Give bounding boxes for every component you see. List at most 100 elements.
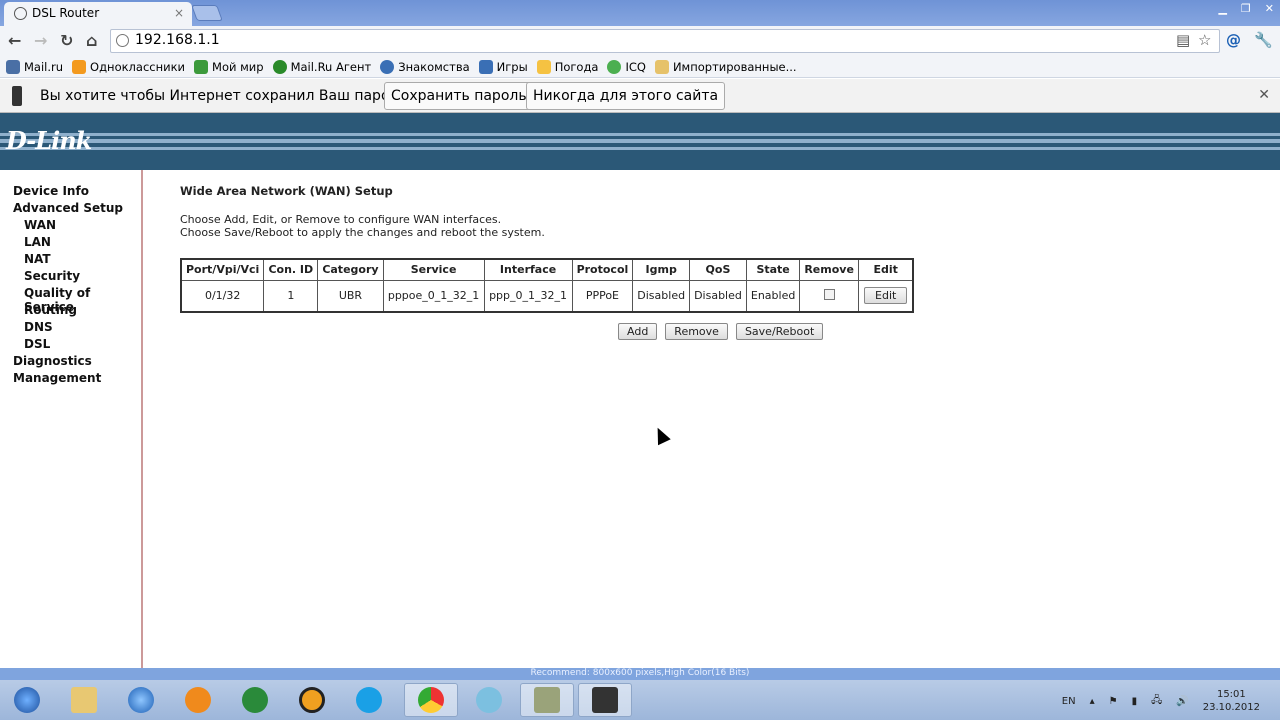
aimp-icon <box>299 687 325 713</box>
close-window-icon[interactable]: ✕ <box>1265 2 1274 15</box>
close-tab-icon[interactable]: × <box>174 6 184 20</box>
tab-title: DSL Router <box>32 6 100 20</box>
never-save-button[interactable]: Никогда для этого сайта <box>526 82 726 110</box>
cell-remove <box>799 279 859 313</box>
taskbar-chrome[interactable] <box>404 683 458 717</box>
wan-table: Port/Vpi/Vci Con. ID Category Service In… <box>180 258 915 313</box>
sidebar-item-dns[interactable]: DNS <box>0 320 141 337</box>
status-bar: Recommend: 800x600 pixels,High Color(16 … <box>0 668 1280 680</box>
tab-bar: DSL Router × ▁ ❐ ✕ <box>0 0 1280 26</box>
taskbar-app[interactable] <box>520 683 574 717</box>
bookmark-icon <box>380 59 395 74</box>
restore-icon[interactable]: ❐ <box>1241 2 1251 15</box>
bookmark-icon <box>72 59 87 74</box>
cell-con-id: 1 <box>263 279 319 313</box>
reload-icon[interactable]: ↻ <box>60 31 73 50</box>
bookmark-icon <box>478 59 493 74</box>
bookmarks-bar: Mail.ru Одноклассники Мой мир Mail.Ru Аг… <box>0 56 1280 78</box>
add-button[interactable]: Add <box>618 323 658 340</box>
sidebar-item-wan[interactable]: WAN <box>0 218 141 235</box>
volume-icon[interactable]: 🔊 <box>1176 696 1188 707</box>
cell-service: pppoe_0_1_32_1 <box>382 279 485 313</box>
taskbar-downloader[interactable] <box>462 683 516 717</box>
globe-icon <box>128 687 154 713</box>
save-reboot-button[interactable]: Save/Reboot <box>735 323 824 340</box>
taskbar-utorrent[interactable] <box>228 683 282 717</box>
star-icon[interactable]: ☆ <box>1198 31 1211 49</box>
power-icon[interactable]: ▮ <box>1132 696 1138 707</box>
taskbar-aimp[interactable] <box>285 683 339 717</box>
cell-category: UBR <box>317 279 384 313</box>
sidebar-item-nat[interactable]: NAT <box>0 252 141 269</box>
bookmark-icon <box>194 59 209 74</box>
bookmark-label: Игры <box>496 59 528 74</box>
bookmark[interactable]: Погода <box>536 59 598 74</box>
sidebar-item-management[interactable]: Management <box>0 371 141 388</box>
minimize-icon[interactable]: ▁ <box>1218 2 1226 15</box>
bookmark[interactable]: Знакомства <box>380 59 470 74</box>
sidebar-item-advanced-setup[interactable]: Advanced Setup <box>0 201 141 218</box>
column-header: State <box>745 258 801 281</box>
bookmark[interactable]: Одноклассники <box>72 59 185 74</box>
clock[interactable]: 15:01 23.10.2012 <box>1203 688 1260 714</box>
remove-button[interactable]: Remove <box>665 323 728 340</box>
description-line: Choose Add, Edit, or Remove to configure… <box>180 213 502 226</box>
column-header: Service <box>382 258 485 281</box>
cell-qos: Disabled <box>689 279 747 313</box>
app-icon <box>534 687 560 713</box>
new-tab-button[interactable] <box>191 5 223 21</box>
home-icon[interactable]: ⌂ <box>86 31 97 50</box>
show-hidden-icons[interactable]: ▴ <box>1090 696 1095 707</box>
bookmark[interactable]: Игры <box>478 59 528 74</box>
flag-icon[interactable]: ⚑ <box>1109 696 1118 707</box>
taskbar-explorer[interactable] <box>57 683 111 717</box>
taskbar-avast[interactable] <box>171 683 225 717</box>
folder-icon <box>654 59 669 74</box>
description-line: Choose Save/Reboot to apply the changes … <box>180 226 545 239</box>
language-indicator[interactable]: EN <box>1062 696 1076 707</box>
sidebar-item-qos[interactable]: Quality of Service <box>0 286 141 314</box>
bookmark[interactable]: Mail.Ru Агент <box>272 59 371 74</box>
bookmark-label: Знакомства <box>398 59 470 74</box>
sidebar-item-lan[interactable]: LAN <box>0 235 141 252</box>
bookmark-folder[interactable]: Импортированные... <box>654 59 797 74</box>
back-icon[interactable]: ← <box>8 31 21 50</box>
taskbar-skype[interactable] <box>342 683 396 717</box>
network-icon[interactable]: 🖧 <box>1151 693 1162 710</box>
bookmark[interactable]: Мой мир <box>194 59 264 74</box>
column-header: Remove <box>799 258 859 281</box>
bookmark[interactable]: Mail.ru <box>6 59 63 74</box>
tab-dsl-router[interactable]: DSL Router × <box>4 2 192 26</box>
table-header-row: Port/Vpi/Vci Con. ID Category Service In… <box>180 258 914 281</box>
taskbar-camera[interactable] <box>578 683 632 717</box>
table-row: 0/1/32 1 UBR pppoe_0_1_32_1 ppp_0_1_32_1… <box>180 279 914 313</box>
cell-interface: ppp_0_1_32_1 <box>483 279 573 313</box>
column-header: Port/Vpi/Vci <box>180 258 265 281</box>
windows-logo-icon <box>14 687 40 713</box>
sidebar-item-dsl[interactable]: DSL <box>0 337 141 354</box>
close-infobar-icon[interactable]: ✕ <box>1258 87 1270 103</box>
taskbar-browser[interactable] <box>114 683 168 717</box>
save-password-button[interactable]: Сохранить пароль <box>384 82 534 110</box>
bookmark-icon <box>607 59 622 74</box>
sidebar-item-diagnostics[interactable]: Diagnostics <box>0 354 141 371</box>
mail-agent-icon[interactable]: @ <box>1226 31 1241 49</box>
sidebar-item-security[interactable]: Security <box>0 269 141 286</box>
utorrent-icon <box>242 687 268 713</box>
column-header: Category <box>317 258 384 281</box>
start-button[interactable] <box>0 683 54 717</box>
cell-igmp: Disabled <box>632 279 691 313</box>
bookmark[interactable]: ICQ <box>607 59 646 74</box>
wrench-icon[interactable]: 🔧 <box>1254 31 1273 49</box>
dlink-banner: D-Link <box>0 113 1280 170</box>
sidebar-item-device-info[interactable]: Device Info <box>0 184 141 201</box>
forward-icon[interactable]: → <box>34 31 47 50</box>
bookmark-icon <box>536 59 551 74</box>
address-bar[interactable]: 192.168.1.1 <box>110 29 1220 53</box>
sidebar-item-routing[interactable]: Routing <box>0 303 141 320</box>
remove-checkbox[interactable] <box>823 288 835 300</box>
skype-icon <box>356 687 382 713</box>
edit-button[interactable]: Edit <box>864 287 908 305</box>
page-icon[interactable]: ▤ <box>1176 31 1190 49</box>
globe-icon <box>116 34 129 47</box>
